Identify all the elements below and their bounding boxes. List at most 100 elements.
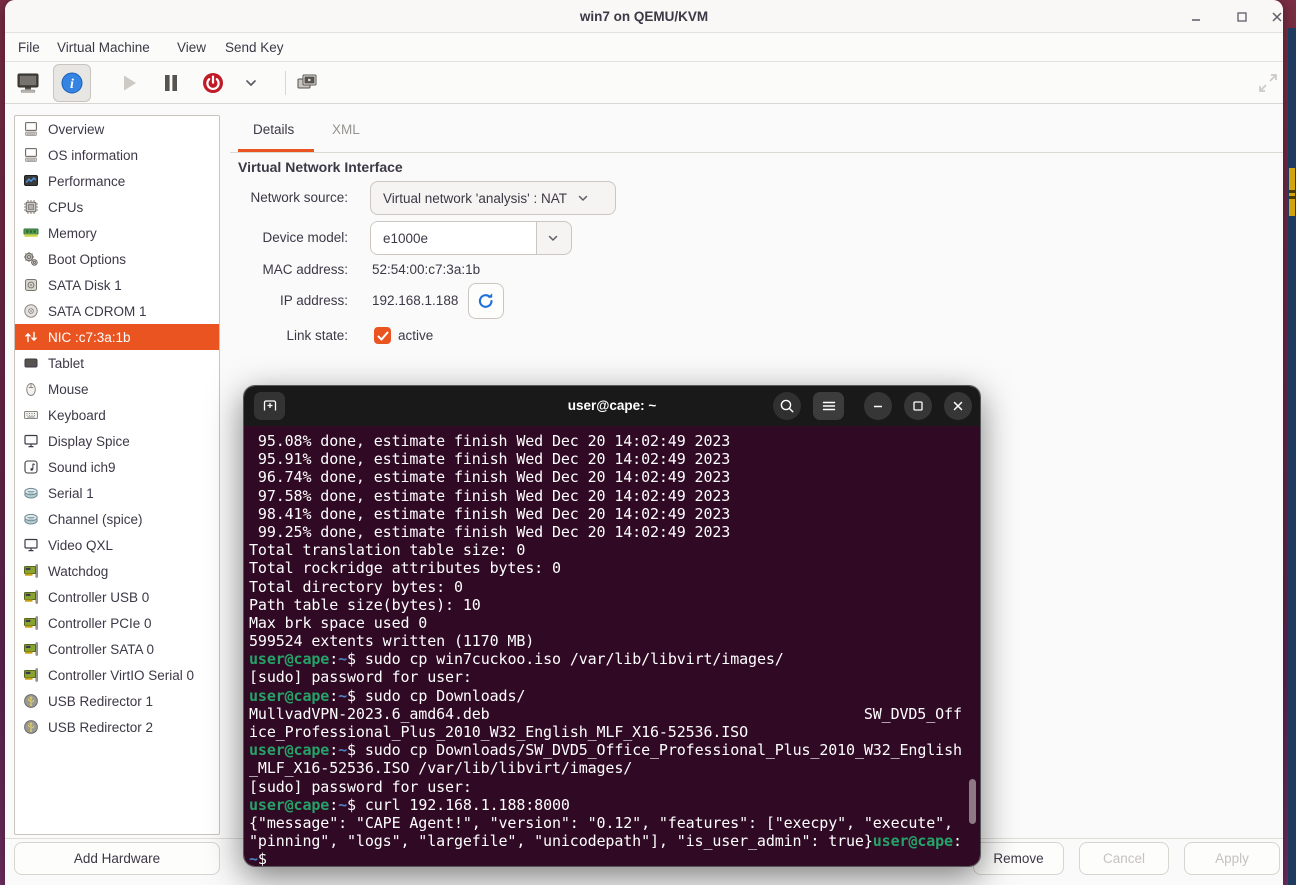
- terminal-maximize-button[interactable]: [904, 392, 932, 420]
- sidebar-item-label: SATA CDROM 1: [48, 304, 147, 319]
- sidebar-item-mouse[interactable]: Mouse: [15, 376, 219, 402]
- sidebar-item-usb-redirector-1[interactable]: USB Redirector 1: [15, 688, 219, 714]
- shutdown-button[interactable]: [201, 71, 225, 95]
- sidebar-item-label: Watchdog: [48, 564, 108, 579]
- sidebar-item-label: Sound ich9: [48, 460, 116, 475]
- hardware-details-button[interactable]: i: [53, 64, 91, 102]
- chevron-down-icon: [243, 75, 259, 91]
- sidebar-item-controller-usb-0[interactable]: Controller USB 0: [15, 584, 219, 610]
- sidebar-item-os-information[interactable]: OS information: [15, 142, 219, 168]
- pause-button[interactable]: [159, 71, 183, 95]
- ip-address-value: 192.168.1.188: [372, 293, 458, 308]
- terminal-line: Path table size(bytes): 10: [249, 596, 974, 614]
- device-model-entry[interactable]: e1000e: [371, 222, 537, 254]
- dual-monitor-icon: [295, 71, 319, 95]
- nic-icon: [23, 329, 39, 345]
- terminal-output[interactable]: 95.08% done, estimate finish Wed Dec 20 …: [244, 426, 980, 867]
- maximize-button[interactable]: [1233, 8, 1251, 26]
- sidebar-item-channel-spice-[interactable]: Channel (spice): [15, 506, 219, 532]
- sidebar-item-watchdog[interactable]: Watchdog: [15, 558, 219, 584]
- device-model-label: Device model:: [230, 221, 348, 255]
- console-button[interactable]: [16, 71, 40, 95]
- sidebar-item-overview[interactable]: Overview: [15, 116, 219, 142]
- terminal-line: user@cape:~$ sudo cp win7cuckoo.iso /var…: [249, 650, 974, 668]
- titlebar: win7 on QEMU/KVM: [5, 0, 1283, 33]
- sidebar-item-controller-virtio-serial-0[interactable]: Controller VirtIO Serial 0: [15, 662, 219, 688]
- chevron-down-icon: [577, 192, 589, 204]
- tab-details[interactable]: Details: [253, 122, 294, 137]
- menu-virtual-machine[interactable]: Virtual Machine: [53, 34, 154, 62]
- chevron-down-icon: [547, 232, 559, 244]
- terminal-search-button[interactable]: [773, 392, 801, 420]
- sidebar-item-serial-1[interactable]: Serial 1: [15, 480, 219, 506]
- sidebar-item-sata-disk-1[interactable]: SATA Disk 1: [15, 272, 219, 298]
- search-icon: [778, 397, 796, 415]
- sidebar-item-sound-ich9[interactable]: Sound ich9: [15, 454, 219, 480]
- disk-icon: [23, 277, 39, 293]
- tab-xml[interactable]: XML: [332, 122, 360, 137]
- terminal-line: 95.08% done, estimate finish Wed Dec 20 …: [249, 432, 974, 450]
- tablet-icon: [23, 355, 39, 371]
- sidebar-item-nic-c7-3a-1b[interactable]: NIC :c7:3a:1b: [15, 324, 219, 350]
- remove-button[interactable]: Remove: [973, 842, 1064, 875]
- menu-view[interactable]: View: [173, 34, 210, 62]
- sidebar-item-boot-options[interactable]: Boot Options: [15, 246, 219, 272]
- sidebar-item-label: Keyboard: [48, 408, 106, 423]
- minimize-button[interactable]: [1187, 8, 1205, 26]
- sidebar-item-video-qxl[interactable]: Video QXL: [15, 532, 219, 558]
- apply-button[interactable]: Apply: [1184, 842, 1280, 875]
- terminal-window: user@cape: ~ 95.08% done, estimate finis…: [243, 385, 981, 867]
- sidebar-item-controller-pcie-0[interactable]: Controller PCIe 0: [15, 610, 219, 636]
- minimize-icon: [869, 397, 887, 415]
- terminal-line: Total directory bytes: 0: [249, 578, 974, 596]
- power-icon: [201, 71, 225, 95]
- terminal-line: 95.91% done, estimate finish Wed Dec 20 …: [249, 450, 974, 468]
- menu-send-key[interactable]: Send Key: [221, 34, 288, 62]
- boot-icon: [23, 251, 39, 267]
- device-model-combobox[interactable]: e1000e: [370, 221, 572, 255]
- sidebar-item-label: USB Redirector 1: [48, 694, 153, 709]
- sidebar-item-label: Tablet: [48, 356, 84, 371]
- terminal-line: 97.58% done, estimate finish Wed Dec 20 …: [249, 487, 974, 505]
- terminal-line: Total rockridge attributes bytes: 0: [249, 559, 974, 577]
- network-source-label: Network source:: [230, 181, 348, 215]
- sidebar-item-cpus[interactable]: CPUs: [15, 194, 219, 220]
- sidebar-item-performance[interactable]: Performance: [15, 168, 219, 194]
- fullscreen-button[interactable]: [1256, 71, 1280, 95]
- background-window-badge: [1289, 168, 1295, 216]
- add-hardware-button[interactable]: Add Hardware: [14, 842, 220, 875]
- mouse-icon: [23, 381, 39, 397]
- shutdown-menu-button[interactable]: [242, 71, 260, 95]
- displays-button[interactable]: [295, 71, 319, 95]
- terminal-line: user@cape:~$ sudo cp Downloads/SW_DVD5_O…: [249, 741, 974, 759]
- link-state-value: active: [398, 328, 433, 343]
- section-heading: Virtual Network Interface: [238, 159, 403, 175]
- computer-icon: [23, 147, 39, 163]
- display-icon: [23, 433, 39, 449]
- memory-icon: [23, 225, 39, 241]
- cancel-button[interactable]: Cancel: [1079, 842, 1169, 875]
- sidebar-item-controller-sata-0[interactable]: Controller SATA 0: [15, 636, 219, 662]
- sidebar-item-sata-cdrom-1[interactable]: SATA CDROM 1: [15, 298, 219, 324]
- terminal-minimize-button[interactable]: [864, 392, 892, 420]
- network-source-dropdown[interactable]: Virtual network 'analysis' : NAT: [370, 181, 616, 215]
- sidebar-item-tablet[interactable]: Tablet: [15, 350, 219, 376]
- terminal-close-button[interactable]: [944, 392, 972, 420]
- terminal-scrollbar[interactable]: [969, 779, 976, 824]
- network-source-value: Virtual network 'analysis' : NAT: [383, 191, 567, 206]
- sidebar-item-display-spice[interactable]: Display Spice: [15, 428, 219, 454]
- close-button[interactable]: [1268, 8, 1283, 26]
- sidebar-item-memory[interactable]: Memory: [15, 220, 219, 246]
- menu-file[interactable]: File: [14, 34, 44, 62]
- refresh-ip-button[interactable]: [468, 283, 504, 319]
- sidebar-item-label: OS information: [48, 148, 138, 163]
- minimize-icon: [1188, 9, 1204, 25]
- sound-icon: [23, 459, 39, 475]
- sidebar-item-keyboard[interactable]: Keyboard: [15, 402, 219, 428]
- link-state-checkbox[interactable]: [374, 327, 391, 344]
- run-button[interactable]: [117, 71, 141, 95]
- close-icon: [1269, 9, 1283, 25]
- terminal-menu-button[interactable]: [813, 392, 844, 420]
- refresh-icon: [476, 291, 496, 311]
- sidebar-item-usb-redirector-2[interactable]: USB Redirector 2: [15, 714, 219, 740]
